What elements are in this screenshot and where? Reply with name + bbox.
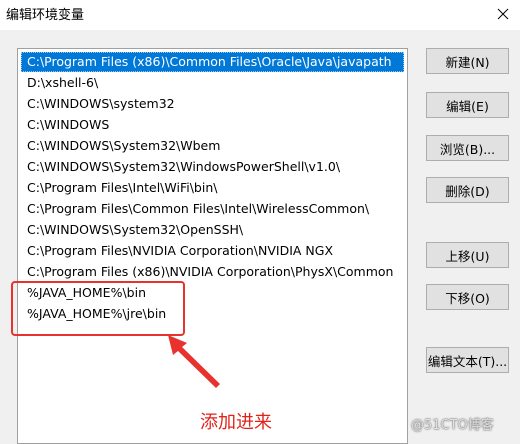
list-item[interactable]: C:\WINDOWS\System32\Wbem [21, 136, 404, 156]
list-item[interactable]: C:\Program Files\Intel\WiFi\bin\ [21, 178, 404, 198]
annotation-highlight-box [11, 281, 185, 336]
list-item[interactable]: C:\Program Files\NVIDIA Corporation\NVID… [21, 241, 404, 261]
watermark: @51CTO博客 [411, 418, 494, 433]
new-button[interactable]: 新建(N) [426, 48, 509, 74]
window-title: 编辑环境变量 [6, 8, 85, 23]
move-down-button[interactable]: 下移(O) [426, 284, 509, 310]
list-item[interactable]: C:\WINDOWS\system32 [21, 94, 404, 114]
edit-button[interactable]: 编辑(E) [426, 92, 509, 118]
browse-button[interactable]: 浏览(B)... [426, 135, 509, 161]
list-item[interactable]: D:\xshell-6\ [21, 73, 404, 93]
list-item[interactable]: C:\WINDOWS\System32\WindowsPowerShell\v1… [21, 157, 404, 177]
list-item[interactable]: C:\Program Files (x86)\Common Files\Orac… [21, 52, 404, 72]
title-bar: 编辑环境变量 [0, 0, 520, 30]
close-button[interactable] [486, 0, 520, 28]
delete-button[interactable]: 删除(D) [426, 177, 509, 203]
list-item[interactable]: C:\WINDOWS\System32\OpenSSH\ [21, 220, 404, 240]
annotation-label: 添加进来 [200, 412, 272, 433]
list-item[interactable]: C:\Program Files (x86)\NVIDIA Corporatio… [21, 262, 404, 282]
move-up-button[interactable]: 上移(U) [426, 242, 509, 268]
list-item[interactable]: C:\WINDOWS [21, 115, 404, 135]
edit-text-button[interactable]: 编辑文本(T)... [426, 347, 509, 373]
annotation-arrow-icon [168, 335, 220, 388]
close-icon [497, 8, 509, 20]
list-item[interactable]: C:\Program Files\Common Files\Intel\Wire… [21, 199, 404, 219]
